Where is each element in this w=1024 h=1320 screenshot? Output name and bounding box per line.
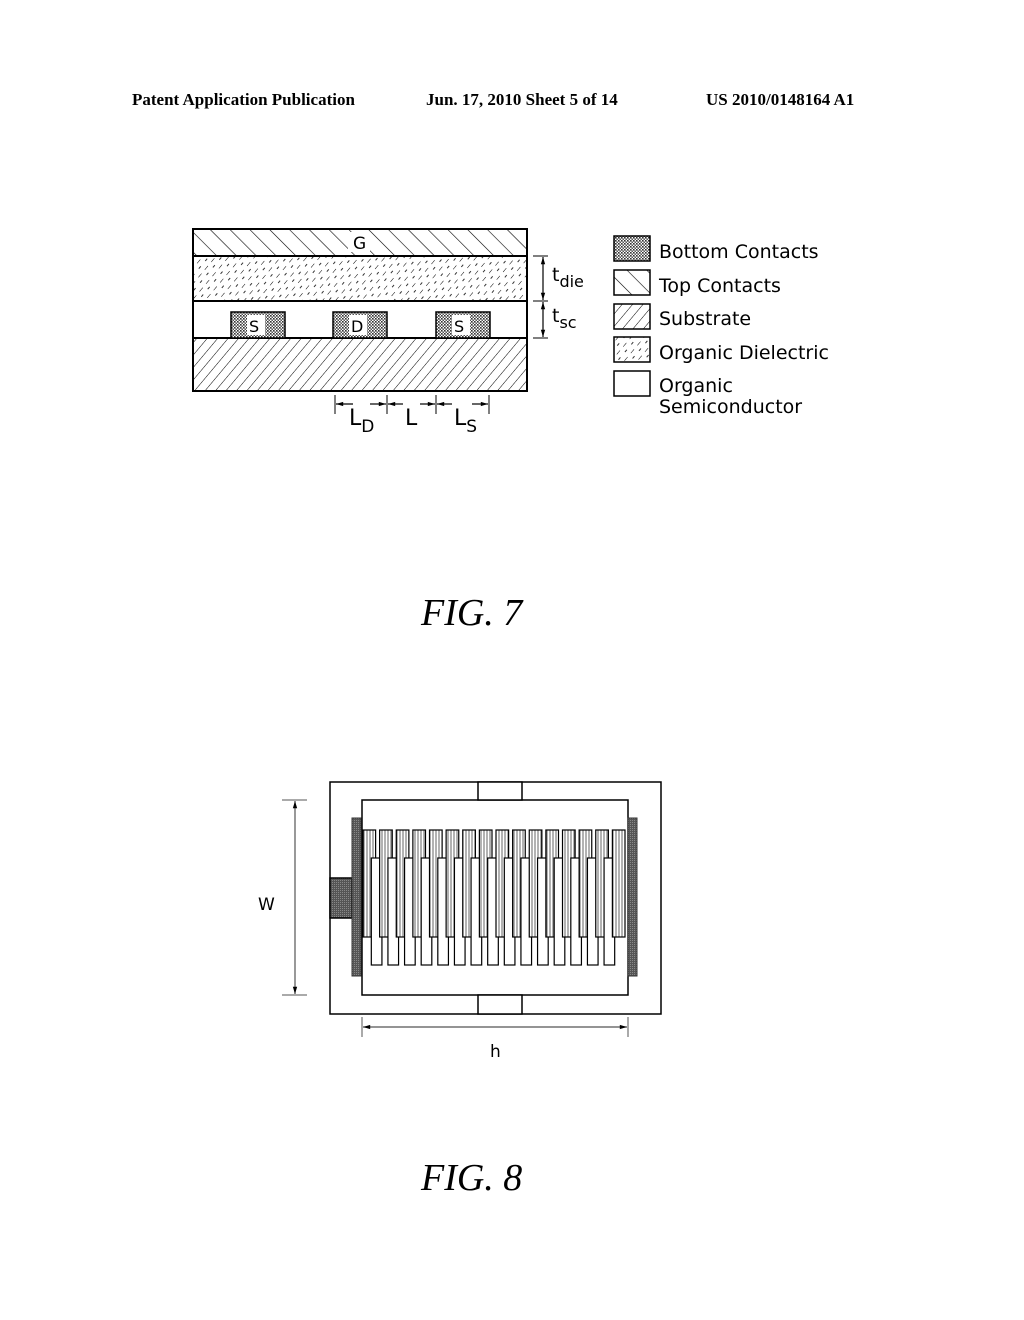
legend-item-substrate: Substrate: [613, 303, 751, 330]
left-contact-pad: [329, 877, 353, 919]
contact-label: S: [249, 317, 259, 336]
legend-item-organic-semiconductor: Organic Semiconductor: [613, 370, 802, 418]
legend-item-bottom-contacts: Bottom Contacts: [613, 235, 819, 263]
h-label: h: [490, 1042, 501, 1062]
left-bus-bar: [351, 817, 362, 977]
t-sc-main: t: [552, 305, 559, 327]
svg-text:tsc: tsc: [552, 305, 577, 332]
blank-swatch: [613, 370, 651, 397]
top-tab: [477, 781, 523, 801]
gate-label: G: [353, 234, 366, 254]
legend-label: Organic: [659, 375, 733, 397]
bottom-contact-source-2: S: [435, 311, 491, 339]
ld-sub: D: [361, 417, 374, 437]
substrate-layer: [192, 337, 528, 392]
w-label: W: [258, 895, 275, 915]
legend-label-line2: Semiconductor: [659, 396, 802, 418]
ls-sub: S: [466, 417, 477, 437]
drawing-sheet: G S D S tdie tsc LD L LS Bottom Contacts…: [192, 228, 829, 1199]
contact-label: D: [351, 317, 363, 336]
ls-main: L: [454, 406, 467, 431]
legend-label: Bottom Contacts: [659, 241, 819, 263]
t-die-main: t: [552, 264, 559, 286]
dimension-t-die: tdie: [533, 255, 584, 302]
legend-label: Top Contacts: [658, 275, 781, 297]
dimension-t-sc: tsc: [533, 302, 577, 339]
legend-label: Substrate: [659, 308, 751, 330]
crosshatch-swatch: [613, 235, 651, 262]
top-finger: [611, 829, 626, 938]
legend-label: Organic Dielectric: [659, 342, 829, 364]
dimension-w: W: [258, 799, 307, 996]
slash-hatch-swatch: [613, 303, 651, 330]
fig7-cross-section: G S D S tdie tsc LD L LS: [192, 228, 584, 437]
fig7-caption: FIG. 7: [420, 592, 524, 634]
legend-item-top-contacts: Top Contacts: [613, 269, 781, 297]
fig8-caption: FIG. 8: [420, 1157, 522, 1199]
backslash-hatch-swatch: [613, 269, 651, 296]
organic-dielectric-layer: [192, 255, 528, 302]
dimension-h: h: [361, 1017, 629, 1062]
l-label: L: [405, 406, 418, 431]
t-die-sub: die: [559, 272, 583, 291]
legend-item-organic-dielectric: Organic Dielectric: [613, 336, 829, 364]
bottom-contact-drain: D: [332, 311, 388, 339]
dashed-hatch-swatch: [613, 336, 651, 363]
svg-text:LD: LD: [349, 406, 374, 437]
fig7-legend: Bottom Contacts Top Contacts Substrate O…: [613, 235, 829, 418]
right-bus-bar: [627, 817, 638, 977]
dimension-lengths: LD L LS: [334, 395, 490, 437]
fig8-interdigitated-device: W h: [258, 781, 662, 1062]
svg-text:LS: LS: [454, 406, 477, 437]
contact-label: S: [454, 317, 464, 336]
bottom-contact-source-1: S: [230, 311, 286, 339]
svg-text:tdie: tdie: [552, 264, 584, 291]
bottom-tab: [477, 994, 523, 1015]
t-sc-sub: sc: [559, 313, 576, 332]
ld-main: L: [349, 406, 362, 431]
